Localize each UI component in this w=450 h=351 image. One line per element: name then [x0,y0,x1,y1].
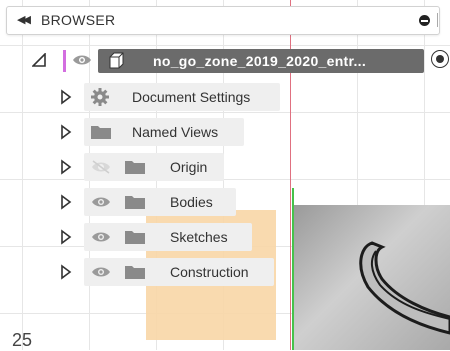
eye-icon[interactable] [90,265,112,279]
active-component-indicator [63,50,66,72]
tree-item-document-settings[interactable]: Document Settings [56,82,286,112]
folder-icon [125,231,145,244]
expand-triangle-icon[interactable] [60,229,72,245]
tree-item-bodies[interactable]: Bodies [56,187,246,217]
expand-triangle-icon[interactable] [60,89,72,105]
browser-header[interactable]: ◀◀ BROWSER [6,6,440,35]
tree-item-sketches[interactable]: Sketches [56,222,256,252]
folder-icon [125,266,145,279]
folder-icon [125,196,145,209]
folder-icon [91,126,111,139]
tree-item-construction[interactable]: Construction [56,257,276,287]
browser-title: BROWSER [41,12,116,28]
expand-triangle-icon[interactable] [60,194,72,210]
expand-triangle-icon[interactable] [60,264,72,280]
expand-triangle-icon[interactable] [60,159,72,175]
eye-off-icon[interactable] [90,160,112,174]
tree-item-label: Document Settings [132,89,251,105]
collapse-triangle-icon[interactable] [32,53,46,67]
tree-item-named-views[interactable]: Named Views [56,117,256,147]
gear-icon [91,88,109,106]
root-component-label: no_go_zone_2019_2020_entr... [153,53,367,69]
eye-icon[interactable] [90,195,112,209]
eye-icon[interactable] [72,53,92,67]
tree-item-label: Bodies [170,194,213,210]
root-component[interactable]: no_go_zone_2019_2020_entr... [98,49,424,73]
page-number: 25 [12,330,33,350]
tree-item-label: Construction [170,264,249,280]
panel-grip[interactable] [437,13,438,27]
minimize-icon[interactable] [419,15,430,26]
root-component-row[interactable]: no_go_zone_2019_2020_entr... [26,47,449,75]
tree-item-label: Named Views [132,124,219,140]
expand-triangle-icon[interactable] [60,124,72,140]
model-body-outline [359,241,450,335]
eye-icon[interactable] [90,230,112,244]
tree-item-label: Sketches [170,229,228,245]
collapse-panel-icon[interactable]: ◀◀ [17,13,31,26]
tree-item-origin[interactable]: Origin [56,152,236,182]
folder-icon [125,161,145,174]
component-icon [109,52,124,69]
model-view[interactable] [294,205,450,350]
activate-radio-icon[interactable] [431,50,449,68]
tree-item-label: Origin [170,159,208,175]
